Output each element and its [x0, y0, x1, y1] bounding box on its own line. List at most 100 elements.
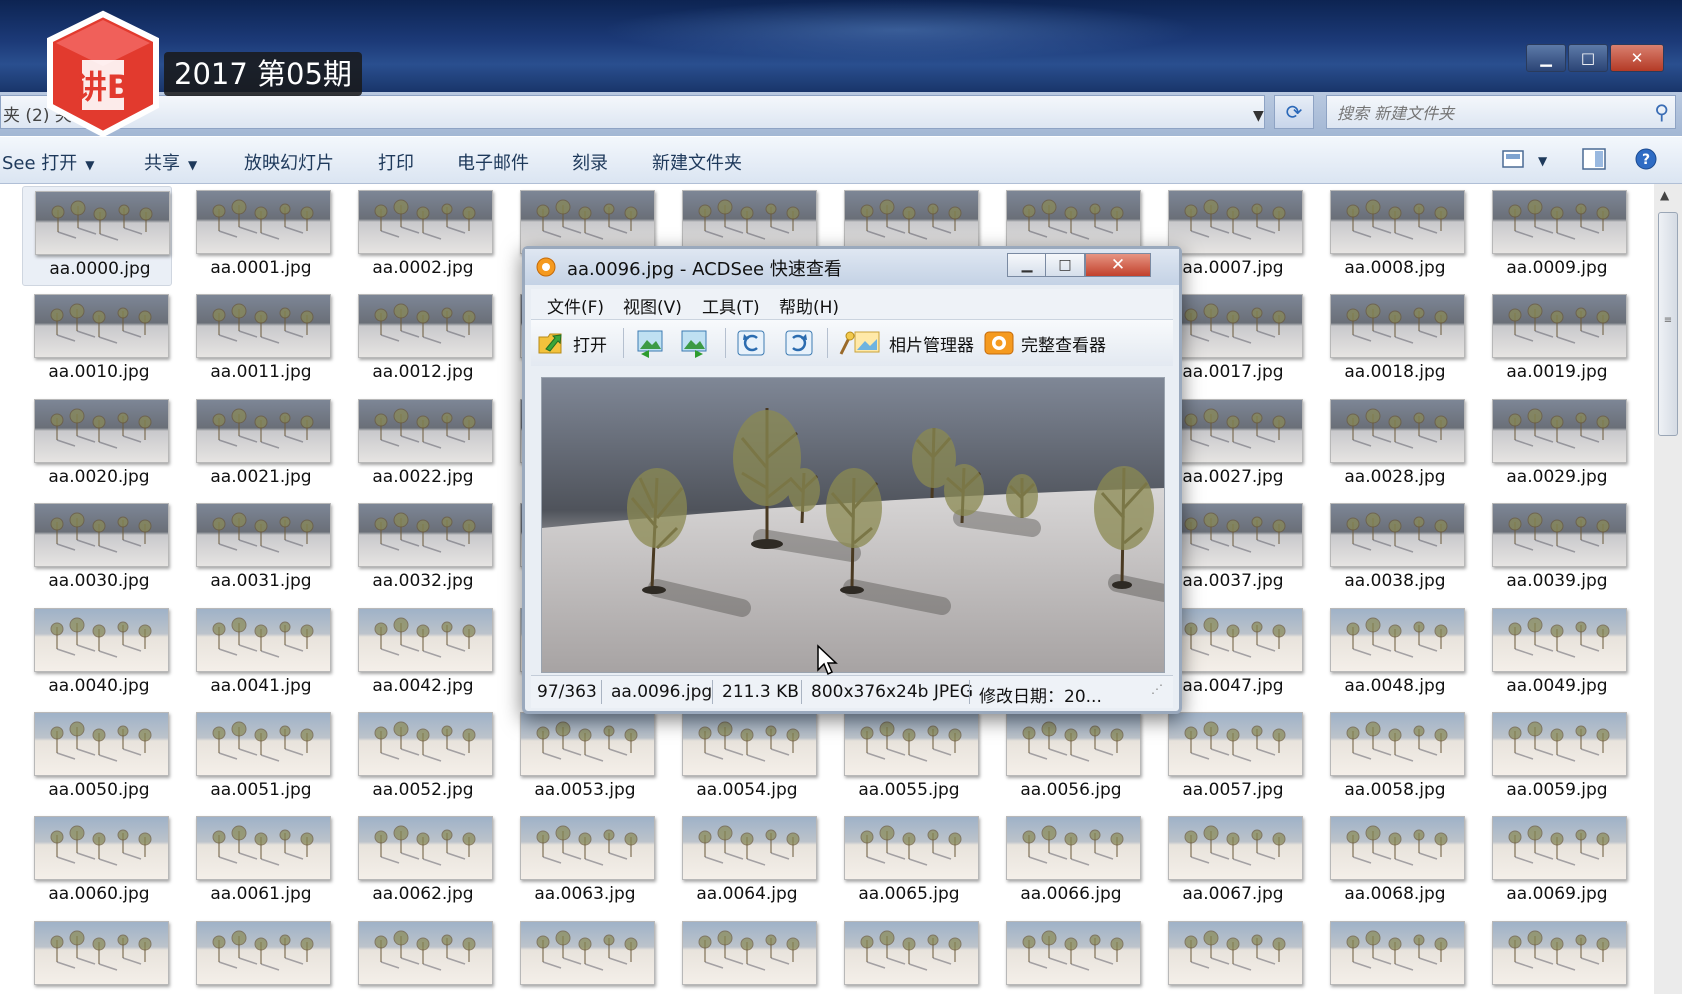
search-icon[interactable]: ⚲: [1654, 100, 1669, 124]
file-item[interactable]: [346, 917, 496, 994]
file-item[interactable]: aa.0059.jpg: [1480, 708, 1630, 808]
new-folder-button[interactable]: 新建文件夹: [652, 149, 742, 175]
resize-grip-icon[interactable]: ⋰: [1151, 682, 1163, 696]
slideshow-button[interactable]: 放映幻灯片: [244, 149, 334, 175]
file-item[interactable]: aa.0011.jpg: [184, 290, 334, 390]
rotate-left-button[interactable]: [735, 328, 767, 358]
file-item[interactable]: [832, 917, 982, 994]
file-item[interactable]: aa.0018.jpg: [1318, 290, 1468, 390]
file-item[interactable]: aa.0057.jpg: [1156, 708, 1306, 808]
file-item[interactable]: [994, 917, 1144, 994]
print-button[interactable]: 打印: [378, 149, 414, 175]
file-item[interactable]: aa.0041.jpg: [184, 604, 334, 704]
file-item[interactable]: aa.0054.jpg: [670, 708, 820, 808]
file-item[interactable]: [1156, 917, 1306, 994]
scroll-thumb[interactable]: ≡: [1658, 212, 1678, 436]
file-item[interactable]: aa.0066.jpg: [994, 812, 1144, 912]
acdsee-maximize-button[interactable]: □: [1045, 253, 1085, 277]
file-item[interactable]: aa.0040.jpg: [22, 604, 172, 704]
file-item[interactable]: aa.0049.jpg: [1480, 604, 1630, 704]
file-item[interactable]: aa.0001.jpg: [184, 186, 334, 286]
preview-pane-icon[interactable]: [1580, 147, 1608, 171]
file-item[interactable]: aa.0065.jpg: [832, 812, 982, 912]
file-item[interactable]: aa.0064.jpg: [670, 812, 820, 912]
chevron-down-icon[interactable]: ▼: [1538, 154, 1547, 168]
menu-tools[interactable]: 工具(T): [702, 293, 760, 318]
file-item[interactable]: aa.0058.jpg: [1318, 708, 1468, 808]
file-item[interactable]: aa.0031.jpg: [184, 499, 334, 599]
file-item[interactable]: aa.0048.jpg: [1318, 604, 1468, 704]
file-item[interactable]: aa.0032.jpg: [346, 499, 496, 599]
file-item[interactable]: aa.0029.jpg: [1480, 395, 1630, 495]
open-menu-button[interactable]: See 打开 ▼: [2, 149, 95, 175]
file-item[interactable]: aa.0055.jpg: [832, 708, 982, 808]
file-item[interactable]: aa.0021.jpg: [184, 395, 334, 495]
view-options-icon[interactable]: [1500, 147, 1528, 171]
file-item[interactable]: aa.0002.jpg: [346, 186, 496, 286]
file-item[interactable]: aa.0068.jpg: [1318, 812, 1468, 912]
file-item[interactable]: [670, 917, 820, 994]
menu-file[interactable]: 文件(F): [547, 293, 604, 318]
file-item[interactable]: aa.0019.jpg: [1480, 290, 1630, 390]
file-item[interactable]: aa.0060.jpg: [22, 812, 172, 912]
refresh-icon[interactable]: ⟳: [1274, 95, 1314, 129]
file-item[interactable]: aa.0022.jpg: [346, 395, 496, 495]
file-item[interactable]: aa.0056.jpg: [994, 708, 1144, 808]
photo-manager-button[interactable]: 相片管理器: [835, 328, 974, 358]
file-item[interactable]: aa.0009.jpg: [1480, 186, 1630, 286]
file-item[interactable]: aa.0067.jpg: [1156, 812, 1306, 912]
chevron-down-icon[interactable]: ▼: [1253, 108, 1264, 124]
file-item[interactable]: aa.0038.jpg: [1318, 499, 1468, 599]
file-item[interactable]: aa.0052.jpg: [346, 708, 496, 808]
file-item[interactable]: aa.0039.jpg: [1480, 499, 1630, 599]
acdsee-open-button[interactable]: 打开: [537, 328, 607, 358]
file-item[interactable]: aa.0030.jpg: [22, 499, 172, 599]
file-item[interactable]: aa.0050.jpg: [22, 708, 172, 808]
minimize-button[interactable]: ▁: [1526, 44, 1566, 72]
full-viewer-button[interactable]: 完整查看器: [983, 328, 1106, 358]
file-item[interactable]: aa.0063.jpg: [508, 812, 658, 912]
file-item[interactable]: aa.0008.jpg: [1318, 186, 1468, 286]
menu-view[interactable]: 视图(V): [623, 293, 682, 318]
file-thumbnail: [196, 399, 331, 463]
file-thumbnail: [1168, 294, 1303, 358]
file-item[interactable]: [1480, 917, 1630, 994]
next-image-button[interactable]: [679, 328, 711, 358]
acdsee-close-button[interactable]: ✕: [1085, 253, 1151, 277]
email-button[interactable]: 电子邮件: [457, 149, 529, 175]
file-item[interactable]: aa.0042.jpg: [346, 604, 496, 704]
file-item[interactable]: aa.0053.jpg: [508, 708, 658, 808]
file-name: aa.0038.jpg: [1344, 571, 1446, 591]
vertical-scrollbar[interactable]: ▲ ≡: [1654, 184, 1682, 994]
menu-help[interactable]: 帮助(H): [779, 293, 839, 318]
file-item[interactable]: [508, 917, 658, 994]
previous-image-button[interactable]: [635, 328, 667, 358]
search-box[interactable]: ⚲: [1326, 95, 1676, 129]
file-item[interactable]: aa.0062.jpg: [346, 812, 496, 912]
scroll-up-arrow-icon[interactable]: ▲: [1660, 188, 1669, 202]
file-item[interactable]: [184, 917, 334, 994]
maximize-button[interactable]: □: [1568, 44, 1608, 72]
search-input[interactable]: [1335, 101, 1639, 125]
share-menu-button[interactable]: 共享 ▼: [144, 149, 197, 175]
file-name: aa.0062.jpg: [372, 884, 474, 904]
file-item[interactable]: aa.0020.jpg: [22, 395, 172, 495]
file-name: aa.0040.jpg: [48, 676, 150, 696]
acdsee-minimize-button[interactable]: ▁: [1007, 253, 1047, 277]
acdsee-quick-view-window: aa.0096.jpg - ACDSee 快速查看 ▁ □ ✕ 文件(F) 视图…: [522, 246, 1182, 714]
file-item[interactable]: [1318, 917, 1468, 994]
file-item[interactable]: aa.0028.jpg: [1318, 395, 1468, 495]
file-item[interactable]: aa.0051.jpg: [184, 708, 334, 808]
file-item[interactable]: aa.0000.jpg: [22, 186, 172, 286]
file-item[interactable]: aa.0010.jpg: [22, 290, 172, 390]
rotate-right-button[interactable]: [783, 328, 815, 358]
file-item[interactable]: aa.0012.jpg: [346, 290, 496, 390]
close-button[interactable]: ✕: [1610, 44, 1664, 72]
acdsee-titlebar: aa.0096.jpg - ACDSee 快速查看 ▁ □ ✕: [525, 249, 1179, 285]
address-input[interactable]: 夹 (2) 夹 ▼: [0, 95, 1265, 129]
file-item[interactable]: [22, 917, 172, 994]
file-item[interactable]: aa.0061.jpg: [184, 812, 334, 912]
burn-button[interactable]: 刻录: [572, 149, 608, 175]
help-icon[interactable]: ?: [1632, 147, 1660, 171]
file-item[interactable]: aa.0069.jpg: [1480, 812, 1630, 912]
